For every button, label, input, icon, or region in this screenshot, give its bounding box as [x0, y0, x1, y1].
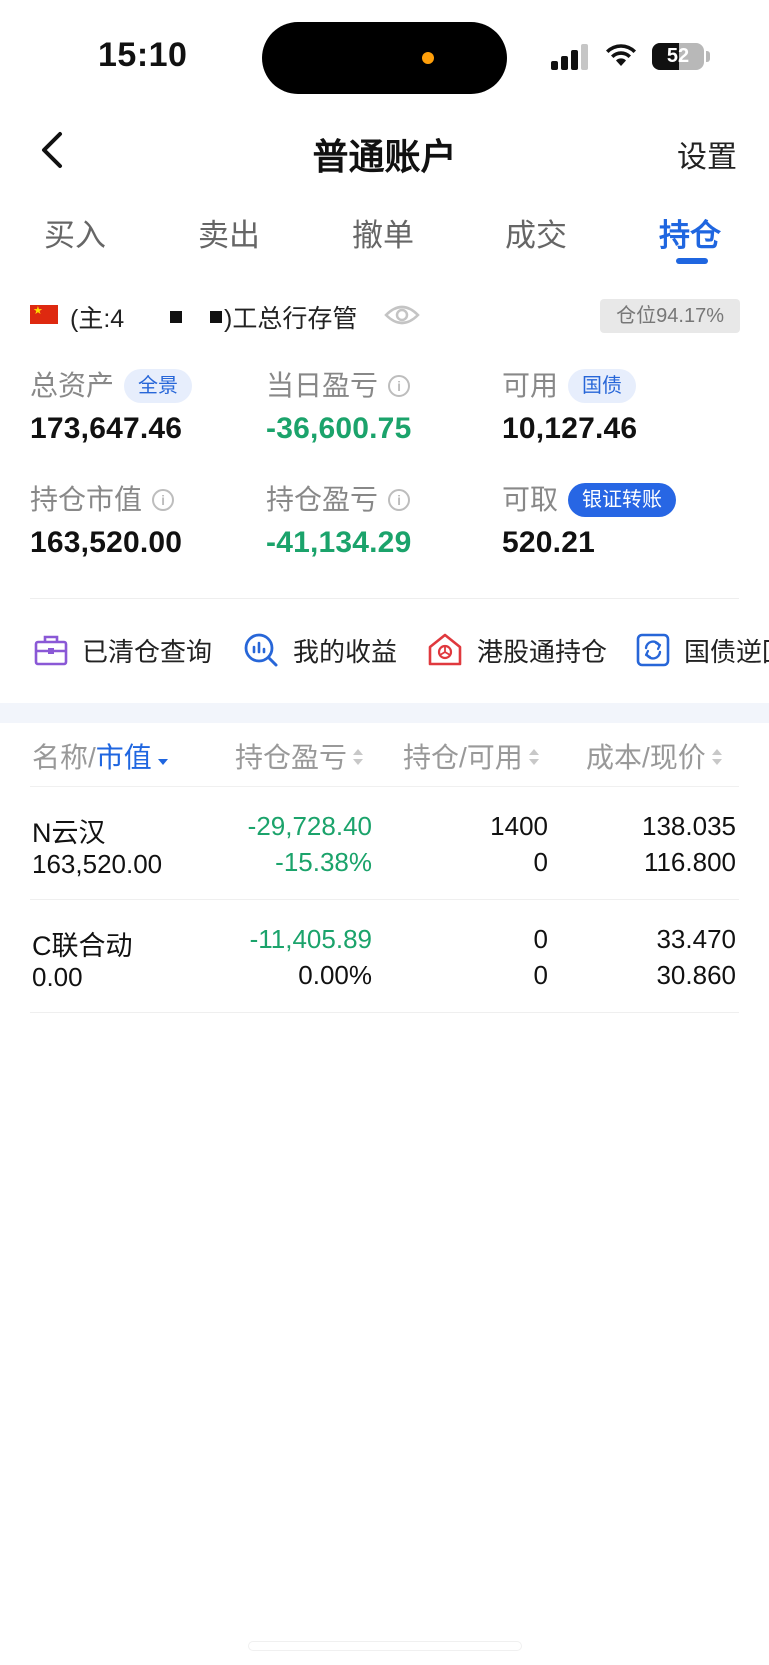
quick-link-label: 我的收益	[293, 636, 398, 667]
stock-cost: 33.470	[656, 924, 736, 954]
stock-name: N云汉	[32, 818, 106, 848]
stock-available: 0	[533, 847, 548, 877]
daily-pnl-value: -36,600.75	[266, 412, 412, 445]
sort-position-available[interactable]: 持仓/可用	[403, 738, 539, 778]
eye-icon[interactable]	[384, 301, 420, 329]
stock-price: 116.800	[643, 847, 736, 877]
stock-pnl: -11,405.89	[249, 924, 372, 954]
tab-buy[interactable]: 买入	[44, 210, 106, 255]
home-indicator[interactable]	[248, 1641, 522, 1651]
masked-digit	[170, 311, 182, 323]
account-row[interactable]: ★ (主:4 )工总行存管 仓位94.17%	[30, 295, 740, 339]
section-separator	[0, 703, 769, 723]
stat-label: 持仓盈亏	[266, 484, 379, 515]
quick-links: 已清仓查询 我的收益 港股通持仓 国债逆回购	[0, 628, 769, 678]
stock-available: 0	[533, 960, 548, 990]
header-label: 成本/现价	[586, 742, 706, 773]
trade-tabs: 买入 卖出 撤单 成交 持仓	[0, 200, 769, 270]
tab-sell[interactable]: 卖出	[198, 210, 260, 255]
position-ratio-badge: 仓位94.17%	[600, 299, 740, 333]
treasury-chip[interactable]: 国债	[568, 369, 637, 403]
market-value-value: 163,520.00	[30, 526, 183, 559]
reverse-repo-link[interactable]: 国债逆回购	[636, 628, 769, 672]
stat-daily-pnl: 当日盈亏 i -36,600.75	[266, 366, 486, 446]
quick-link-label: 国债逆回购	[684, 636, 769, 667]
tab-active-underline	[676, 258, 708, 264]
tab-deals[interactable]: 成交	[505, 210, 567, 255]
stock-pnl-percent: -15.38%	[275, 847, 372, 877]
account-prefix: (主:4	[70, 305, 125, 333]
stat-label: 总资产	[30, 370, 115, 401]
stock-position: 0	[533, 924, 548, 954]
sort-name-market-value[interactable]: 名称/市值	[32, 738, 168, 778]
briefcase-icon	[34, 635, 68, 666]
table-row[interactable]: N云汉 163,520.00 -29,728.40 -15.38% 1400 0…	[30, 787, 739, 900]
header-highlight: 市值	[95, 742, 152, 773]
stat-label: 持仓市值	[30, 484, 143, 515]
stock-name: C联合动	[32, 931, 133, 961]
quick-link-label: 港股通持仓	[477, 636, 608, 667]
activity-indicator	[422, 52, 434, 64]
wifi-icon	[606, 44, 636, 66]
table-row[interactable]: C联合动 0.00 -11,405.89 0.00% 0 0 33.470 30…	[30, 900, 739, 1013]
china-flag-icon: ★	[30, 305, 58, 324]
stat-label: 可取	[502, 484, 559, 515]
stock-market-value: 0.00	[32, 962, 83, 992]
hk-connect-link[interactable]: 港股通持仓	[427, 628, 607, 672]
header-label: 持仓盈亏	[235, 742, 348, 773]
my-earnings-link[interactable]: 我的收益	[243, 628, 397, 672]
masked-digit	[210, 311, 222, 323]
tab-positions[interactable]: 持仓	[659, 210, 721, 255]
repo-cycle-icon	[636, 633, 670, 667]
sort-icon	[711, 748, 722, 768]
total-assets-value: 173,647.46	[30, 412, 183, 445]
dynamic-island	[262, 22, 507, 94]
header-label: 名称/	[32, 742, 96, 773]
stat-market-value: 持仓市值 i 163,520.00	[30, 480, 250, 560]
stat-position-pnl: 持仓盈亏 i -41,134.29	[266, 480, 486, 560]
header-label: 持仓/可用	[403, 742, 523, 773]
stock-market-value: 163,520.00	[32, 849, 163, 879]
divider	[30, 598, 739, 599]
status-bar: 15:10 52	[0, 0, 769, 110]
status-time: 15:10	[98, 36, 188, 74]
withdrawable-value: 520.21	[502, 526, 595, 559]
account-bank: )工总行存管	[224, 305, 358, 333]
tab-cancel[interactable]: 撤单	[352, 210, 414, 255]
stock-pnl-percent: 0.00%	[298, 960, 372, 990]
cleared-positions-link[interactable]: 已清仓查询	[34, 628, 212, 672]
sort-desc-icon	[157, 748, 168, 768]
stat-total-assets: 总资产 全景 173,647.46	[30, 366, 250, 446]
sort-position-pnl[interactable]: 持仓盈亏	[235, 738, 364, 778]
stock-position: 1400	[490, 811, 548, 841]
position-pnl-value: -41,134.29	[266, 526, 412, 559]
stock-pnl: -29,728.40	[247, 811, 372, 841]
battery-icon: 52	[652, 43, 704, 70]
info-icon[interactable]: i	[388, 375, 411, 397]
cellular-signal-icon	[551, 44, 591, 70]
sort-cost-price[interactable]: 成本/现价	[586, 738, 722, 778]
stock-cost: 138.035	[642, 811, 736, 841]
sort-icon	[353, 748, 364, 768]
available-value: 10,127.46	[502, 412, 638, 445]
sort-icon	[528, 748, 539, 768]
settings-button[interactable]: 设置	[677, 132, 737, 176]
bank-transfer-button[interactable]: 银证转账	[568, 483, 677, 517]
quick-link-label: 已清仓查询	[82, 636, 213, 667]
stat-withdrawable: 可取 银证转账 520.21	[502, 480, 742, 560]
info-icon[interactable]: i	[388, 489, 411, 511]
nav-bar: 普通账户 设置	[0, 110, 769, 190]
stat-label: 可用	[502, 370, 559, 401]
battery-tip	[706, 51, 710, 62]
panorama-chip[interactable]: 全景	[124, 369, 193, 403]
hk-house-icon	[428, 633, 462, 666]
page-title: 普通账户	[312, 136, 457, 177]
stat-label: 当日盈亏	[266, 370, 379, 401]
stat-available: 可用 国债 10,127.46	[502, 366, 722, 446]
battery-percent: 52	[666, 45, 690, 67]
chart-search-icon	[244, 633, 278, 667]
info-icon[interactable]: i	[152, 489, 175, 511]
stock-price: 30.860	[656, 960, 736, 990]
